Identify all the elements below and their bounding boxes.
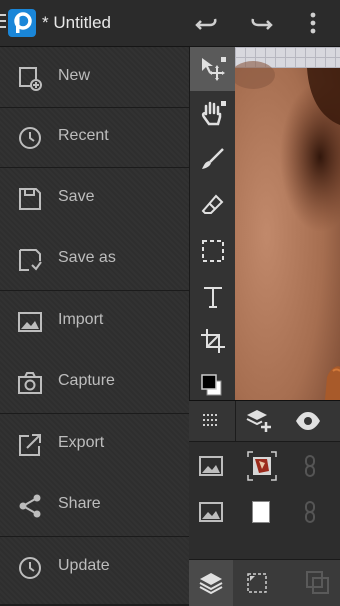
- color-swatch-icon: [201, 374, 222, 396]
- more-vertical-icon: [310, 12, 316, 34]
- marquee-selection-icon: [202, 240, 224, 262]
- grid-menu-button[interactable]: [201, 411, 221, 436]
- export-icon: [19, 434, 41, 456]
- redo-icon: [251, 18, 273, 30]
- save-icon: [19, 188, 41, 210]
- eraser-tool-button[interactable]: [190, 183, 236, 227]
- menu-item-share[interactable]: Share: [0, 475, 189, 535]
- new-file-icon: [19, 67, 42, 91]
- duplicate-icon: [306, 571, 329, 594]
- crop-icon: [201, 329, 225, 353]
- divider: [235, 401, 236, 441]
- layer-mask-thumbnail[interactable]: [252, 501, 270, 523]
- image-icon: [18, 312, 42, 332]
- crop-tool-button[interactable]: [190, 319, 236, 363]
- undo-button[interactable]: [194, 10, 220, 36]
- eraser-icon: [201, 194, 224, 214]
- brush-icon: [202, 148, 224, 169]
- document-title: * Untitled: [42, 13, 111, 32]
- redo-button[interactable]: [248, 10, 274, 36]
- add-layer-button[interactable]: [245, 407, 273, 440]
- menu-item-label: Save: [58, 188, 95, 205]
- selection-tool-button[interactable]: [190, 229, 236, 273]
- layers-tab-button[interactable]: [189, 560, 233, 606]
- menu-icon[interactable]: [0, 14, 6, 30]
- save-as-icon: [19, 249, 42, 271]
- layer-thumbnail-image: [247, 451, 277, 481]
- link-icon: [305, 501, 315, 523]
- layer-visibility-button[interactable]: [295, 409, 321, 438]
- tool-strip: [189, 47, 236, 400]
- undo-icon: [195, 18, 217, 30]
- menu-item-new[interactable]: New: [0, 47, 189, 107]
- menu-item-save-as[interactable]: Save as: [0, 229, 189, 289]
- duplicate-layer-button[interactable]: [305, 570, 331, 601]
- menu-item-label: Share: [58, 495, 101, 512]
- menu-item-label: Capture: [58, 372, 115, 389]
- menu-item-label: Update: [58, 557, 110, 574]
- dots-grid-icon: [203, 414, 217, 426]
- move-tool-button[interactable]: [190, 47, 236, 91]
- brush-tool-button[interactable]: [190, 137, 236, 181]
- top-bar: * Untitled: [0, 0, 340, 47]
- link-icon: [305, 455, 315, 477]
- layer-thumbnail[interactable]: [247, 451, 277, 481]
- share-icon: [19, 494, 41, 518]
- hand-icon: [201, 101, 226, 126]
- clock-icon: [19, 127, 41, 149]
- sidebar-menu: New Recent Save Save as Import Capture E…: [0, 47, 189, 604]
- image-canvas[interactable]: [235, 47, 340, 400]
- menu-item-recent[interactable]: Recent: [0, 107, 189, 167]
- layers-toolbar: [189, 401, 340, 442]
- add-layer-icon: [246, 410, 271, 432]
- move-icon: [202, 57, 226, 81]
- menu-item-label: Export: [58, 434, 105, 451]
- canvas-image: [235, 61, 340, 400]
- image-icon: [199, 502, 223, 522]
- layers-footer: [189, 559, 340, 606]
- clock-icon: [19, 557, 41, 579]
- overflow-menu-button[interactable]: [303, 10, 329, 36]
- text-icon: [204, 287, 222, 308]
- canvas-size-button[interactable]: [246, 572, 268, 599]
- menu-item-capture[interactable]: Capture: [0, 352, 189, 412]
- app-logo: [8, 9, 36, 37]
- layers-icon: [199, 573, 223, 595]
- menu-item-import[interactable]: Import: [0, 291, 189, 351]
- menu-item-label: New: [58, 67, 91, 84]
- menu-item-save[interactable]: Save: [0, 168, 189, 228]
- menu-item-label: Save as: [58, 249, 116, 266]
- menu-item-label: Recent: [58, 127, 109, 144]
- image-icon: [199, 456, 223, 476]
- canvas-resize-icon: [247, 573, 267, 593]
- menu-item-label: Import: [58, 311, 104, 328]
- layer-row[interactable]: [189, 489, 340, 535]
- text-tool-button[interactable]: [190, 275, 236, 319]
- menu-item-export[interactable]: Export: [0, 414, 189, 474]
- layer-row[interactable]: [189, 443, 340, 489]
- layers-panel: [189, 400, 340, 606]
- eye-icon: [296, 412, 320, 430]
- pan-tool-button[interactable]: [190, 91, 236, 135]
- menu-item-update[interactable]: Update: [0, 537, 189, 597]
- camera-icon: [18, 372, 42, 394]
